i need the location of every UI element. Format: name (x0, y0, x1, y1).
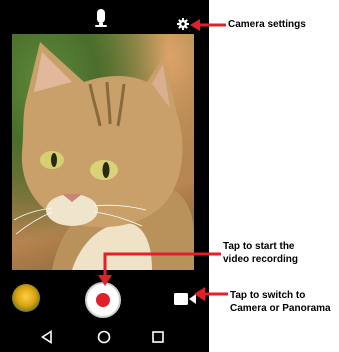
callout-switch-mode: Tap to switch to Camera or Panorama (230, 290, 331, 314)
callout-arrow-settings (190, 19, 226, 31)
phone-screen (0, 0, 209, 352)
recent-square-icon[interactable] (152, 331, 164, 343)
callout-camera-settings: Camera settings (228, 19, 306, 30)
gallery-thumbnail[interactable] (12, 284, 40, 312)
callout-arrow-switch (194, 287, 228, 301)
video-camera-icon[interactable] (174, 292, 196, 306)
camera-top-bar (0, 0, 209, 34)
record-dot-icon (96, 293, 110, 307)
home-circle-icon[interactable] (97, 330, 111, 344)
camera-viewfinder[interactable] (12, 34, 194, 270)
callout-start-recording: Tap to start the video recording (223, 241, 299, 265)
android-nav-bar (0, 324, 209, 352)
callout-arrow-record (98, 252, 221, 286)
timer-icon[interactable] (92, 8, 110, 30)
gear-icon[interactable] (177, 18, 189, 30)
cat-photo (13, 42, 194, 270)
back-triangle-icon[interactable] (40, 330, 54, 344)
record-button[interactable] (85, 282, 121, 318)
